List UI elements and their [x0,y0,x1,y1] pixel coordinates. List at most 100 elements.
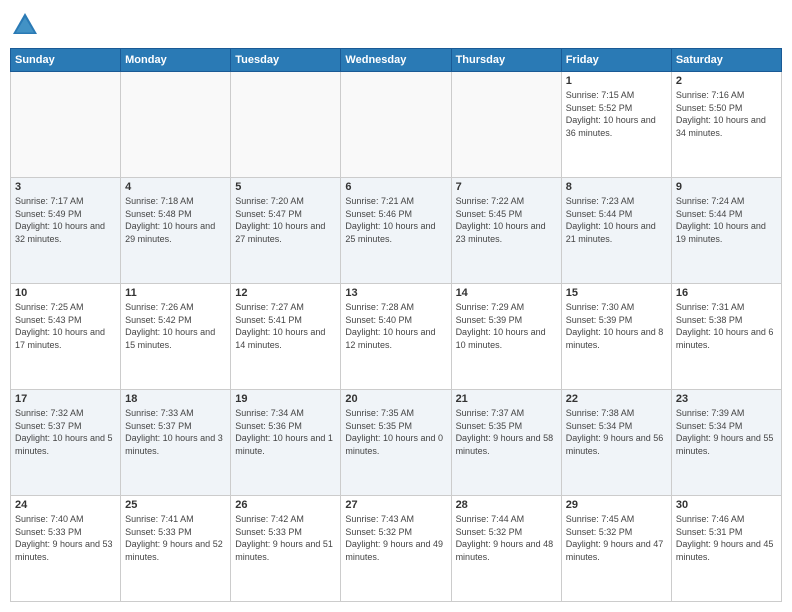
day-number: 27 [345,499,446,511]
day-number: 24 [15,499,116,511]
calendar-cell: 4 Sunrise: 7:18 AM Sunset: 5:48 PM Daylig… [121,178,231,284]
logo [10,10,44,40]
calendar-cell: 3 Sunrise: 7:17 AM Sunset: 5:49 PM Daylig… [11,178,121,284]
day-number: 30 [676,499,777,511]
day-info: Sunrise: 7:46 AM Sunset: 5:31 PM Dayligh… [676,513,777,563]
calendar-cell: 21 Sunrise: 7:37 AM Sunset: 5:35 PM Dayli… [451,390,561,496]
calendar-cell: 12Sunrise: 7:27 AM Sunset: 5:41 PM Dayli… [231,284,341,390]
calendar-cell: 16 Sunrise: 7:31 AM Sunset: 5:38 PM Dayli… [671,284,781,390]
day-info: Sunrise: 7:43 AM Sunset: 5:32 PM Dayligh… [345,513,446,563]
calendar-cell: 26 Sunrise: 7:42 AM Sunset: 5:33 PM Dayli… [231,496,341,602]
header [10,10,782,40]
weekday-header: Tuesday [231,49,341,72]
day-info: Sunrise: 7:29 AM Sunset: 5:39 PM Dayligh… [456,301,557,351]
day-info: Sunrise: 7:41 AM Sunset: 5:33 PM Dayligh… [125,513,226,563]
day-info: Sunrise: 7:39 AM Sunset: 5:34 PM Dayligh… [676,407,777,457]
calendar-cell: 20 Sunrise: 7:35 AM Sunset: 5:35 PM Dayli… [341,390,451,496]
calendar-cell [341,72,451,178]
day-number: 16 [676,287,777,299]
calendar-cell: 28 Sunrise: 7:44 AM Sunset: 5:32 PM Dayli… [451,496,561,602]
day-number: 22 [566,393,667,405]
day-number: 26 [235,499,336,511]
day-number: 13 [345,287,446,299]
day-info: Sunrise: 7:37 AM Sunset: 5:35 PM Dayligh… [456,407,557,457]
calendar-cell: 2Sunrise: 7:16 AM Sunset: 5:50 PM Daylig… [671,72,781,178]
day-info: Sunrise: 7:32 AM Sunset: 5:37 PM Dayligh… [15,407,116,457]
day-number: 8 [566,181,667,193]
calendar-cell: 24 Sunrise: 7:40 AM Sunset: 5:33 PM Dayli… [11,496,121,602]
day-info: Sunrise: 7:24 AM Sunset: 5:44 PM Dayligh… [676,195,777,245]
day-info: Sunrise: 7:21 AM Sunset: 5:46 PM Dayligh… [345,195,446,245]
weekday-header: Monday [121,49,231,72]
day-number: 15 [566,287,667,299]
calendar-cell: 5 Sunrise: 7:20 AM Sunset: 5:47 PM Daylig… [231,178,341,284]
calendar-cell [121,72,231,178]
day-number: 20 [345,393,446,405]
weekday-header: Thursday [451,49,561,72]
day-info: Sunrise: 7:31 AM Sunset: 5:38 PM Dayligh… [676,301,777,351]
day-number: 23 [676,393,777,405]
calendar-cell: 27 Sunrise: 7:43 AM Sunset: 5:32 PM Dayli… [341,496,451,602]
calendar-cell: 23 Sunrise: 7:39 AM Sunset: 5:34 PM Dayli… [671,390,781,496]
calendar-cell: 14 Sunrise: 7:29 AM Sunset: 5:39 PM Dayli… [451,284,561,390]
day-info: Sunrise: 7:22 AM Sunset: 5:45 PM Dayligh… [456,195,557,245]
day-number: 5 [235,181,336,193]
day-info: Sunrise: 7:33 AM Sunset: 5:37 PM Dayligh… [125,407,226,457]
day-number: 1 [566,75,667,87]
calendar-cell: 22 Sunrise: 7:38 AM Sunset: 5:34 PM Dayli… [561,390,671,496]
day-info: Sunrise: 7:44 AM Sunset: 5:32 PM Dayligh… [456,513,557,563]
calendar-cell: 30 Sunrise: 7:46 AM Sunset: 5:31 PM Dayli… [671,496,781,602]
calendar-table: SundayMondayTuesdayWednesdayThursdayFrid… [10,48,782,602]
calendar-cell [11,72,121,178]
day-number: 18 [125,393,226,405]
day-info: Sunrise: 7:38 AM Sunset: 5:34 PM Dayligh… [566,407,667,457]
day-info: Sunrise: 7:17 AM Sunset: 5:49 PM Dayligh… [15,195,116,245]
day-info: Sunrise: 7:18 AM Sunset: 5:48 PM Dayligh… [125,195,226,245]
weekday-header: Sunday [11,49,121,72]
day-number: 6 [345,181,446,193]
day-number: 17 [15,393,116,405]
day-info: Sunrise: 7:30 AM Sunset: 5:39 PM Dayligh… [566,301,667,351]
day-number: 4 [125,181,226,193]
day-info: Sunrise: 7:35 AM Sunset: 5:35 PM Dayligh… [345,407,446,457]
calendar-cell [231,72,341,178]
calendar-cell: 8 Sunrise: 7:23 AM Sunset: 5:44 PM Daylig… [561,178,671,284]
page: SundayMondayTuesdayWednesdayThursdayFrid… [0,0,792,612]
calendar-cell: 10 Sunrise: 7:25 AM Sunset: 5:43 PM Dayli… [11,284,121,390]
day-number: 25 [125,499,226,511]
calendar-cell: 13 Sunrise: 7:28 AM Sunset: 5:40 PM Dayli… [341,284,451,390]
day-number: 9 [676,181,777,193]
day-info: Sunrise: 7:20 AM Sunset: 5:47 PM Dayligh… [235,195,336,245]
day-number: 14 [456,287,557,299]
calendar-cell: 17 Sunrise: 7:32 AM Sunset: 5:37 PM Dayli… [11,390,121,496]
day-number: 10 [15,287,116,299]
day-number: 11 [125,287,226,299]
day-info: Sunrise: 7:28 AM Sunset: 5:40 PM Dayligh… [345,301,446,351]
day-info: Sunrise: 7:26 AM Sunset: 5:42 PM Dayligh… [125,301,226,351]
day-info: Sunrise: 7:25 AM Sunset: 5:43 PM Dayligh… [15,301,116,351]
calendar-cell: 6 Sunrise: 7:21 AM Sunset: 5:46 PM Daylig… [341,178,451,284]
day-info: Sunrise: 7:42 AM Sunset: 5:33 PM Dayligh… [235,513,336,563]
day-number: 21 [456,393,557,405]
calendar-cell: 18 Sunrise: 7:33 AM Sunset: 5:37 PM Dayli… [121,390,231,496]
weekday-header: Wednesday [341,49,451,72]
calendar-cell: 1 Sunrise: 7:15 AM Sunset: 5:52 PM Daylig… [561,72,671,178]
calendar-cell: 29Sunrise: 7:45 AM Sunset: 5:32 PM Dayli… [561,496,671,602]
calendar-cell [451,72,561,178]
day-number: 19 [235,393,336,405]
calendar-cell: 9 Sunrise: 7:24 AM Sunset: 5:44 PM Daylig… [671,178,781,284]
calendar-cell: 25 Sunrise: 7:41 AM Sunset: 5:33 PM Dayli… [121,496,231,602]
weekday-header: Saturday [671,49,781,72]
logo-icon [10,10,40,40]
day-info: Sunrise: 7:15 AM Sunset: 5:52 PM Dayligh… [566,89,667,139]
day-number: 12 [235,287,336,299]
day-number: 29 [566,499,667,511]
day-number: 3 [15,181,116,193]
calendar-cell: 7Sunrise: 7:22 AM Sunset: 5:45 PM Daylig… [451,178,561,284]
day-info: Sunrise: 7:16 AM Sunset: 5:50 PM Dayligh… [676,89,777,139]
day-number: 28 [456,499,557,511]
day-info: Sunrise: 7:34 AM Sunset: 5:36 PM Dayligh… [235,407,336,457]
day-info: Sunrise: 7:23 AM Sunset: 5:44 PM Dayligh… [566,195,667,245]
day-info: Sunrise: 7:40 AM Sunset: 5:33 PM Dayligh… [15,513,116,563]
calendar-cell: 11 Sunrise: 7:26 AM Sunset: 5:42 PM Dayli… [121,284,231,390]
